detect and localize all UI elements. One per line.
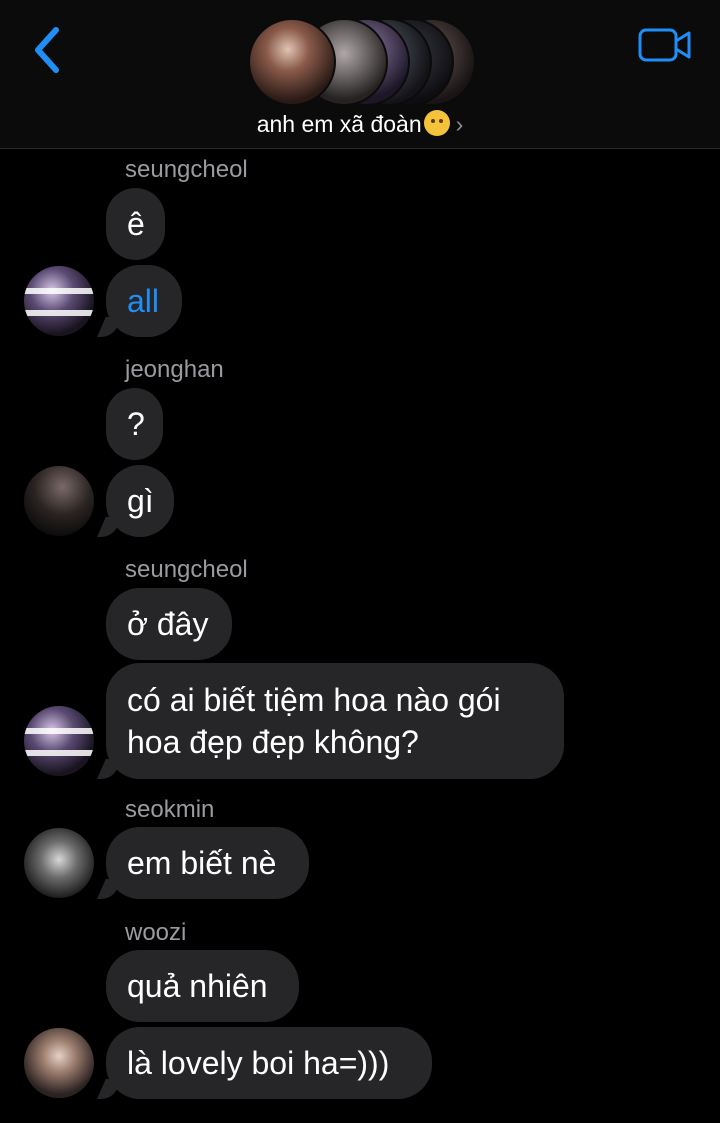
- sender-name: seokmin: [125, 796, 215, 823]
- video-camera-icon: [638, 28, 691, 62]
- message-line: có ai biết tiệm hoa nào gói: [127, 682, 501, 718]
- chevron-right-icon: ›: [455, 111, 464, 137]
- chat-header: anh em xã đoàn ›: [0, 0, 720, 149]
- group-name: anh em xã đoàn: [256, 111, 422, 137]
- message-bubble[interactable]: ?: [106, 388, 163, 460]
- message-line: hoa đẹp đẹp không?: [127, 724, 419, 760]
- message-bubble[interactable]: là lovely boi ha=))): [106, 1027, 432, 1099]
- avatar: [24, 1028, 94, 1098]
- group-avatar-stack[interactable]: [248, 18, 478, 106]
- avatar: [24, 266, 94, 336]
- avatar: [24, 466, 94, 536]
- member-avatar: [248, 18, 336, 106]
- message-bubble[interactable]: có ai biết tiệm hoa nào gói hoa đẹp đẹp …: [106, 663, 564, 779]
- sender-name: seungcheol: [125, 156, 248, 183]
- mention-all[interactable]: all: [127, 283, 159, 319]
- back-button[interactable]: [28, 24, 68, 76]
- sender-name: jeonghan: [125, 356, 224, 383]
- chevron-left-icon: [35, 27, 59, 73]
- woozy-face-emoji-icon: [423, 110, 450, 136]
- message-bubble[interactable]: all: [106, 265, 182, 337]
- avatar: [24, 828, 94, 898]
- message-bubble[interactable]: gì: [106, 465, 174, 537]
- avatar: [24, 706, 94, 776]
- message-bubble[interactable]: ở đây: [106, 588, 232, 660]
- message-bubble[interactable]: em biết nè: [106, 827, 309, 899]
- sender-name: woozi: [125, 919, 187, 946]
- group-title[interactable]: anh em xã đoàn ›: [0, 110, 720, 138]
- sender-name: seungcheol: [125, 556, 248, 583]
- video-call-button[interactable]: [638, 26, 692, 66]
- message-bubble[interactable]: quả nhiên: [106, 950, 299, 1022]
- message-bubble[interactable]: ê: [106, 188, 165, 260]
